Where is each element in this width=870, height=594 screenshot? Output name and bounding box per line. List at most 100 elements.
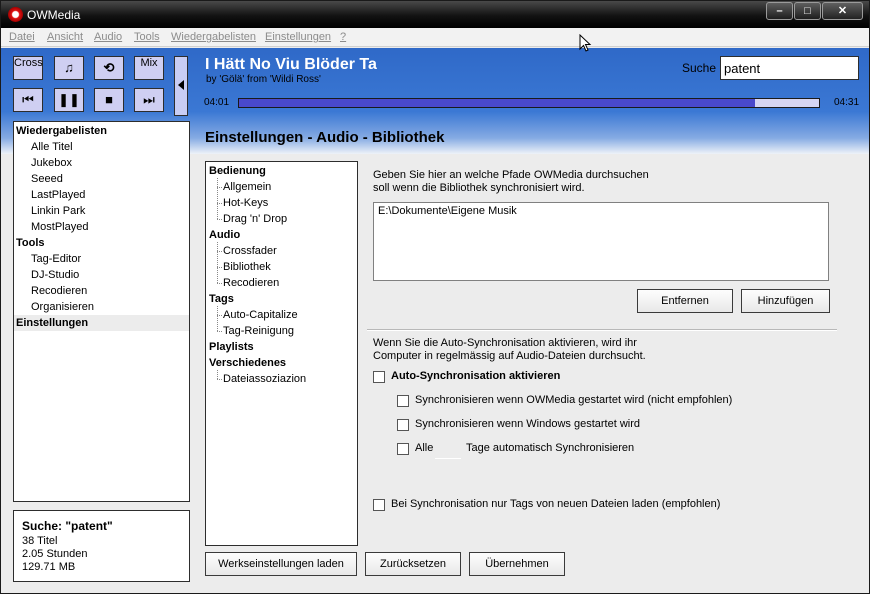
menu-datei[interactable]: Datei bbox=[9, 31, 35, 43]
sync-days-input[interactable] bbox=[435, 442, 461, 459]
menu-einstellungen[interactable]: Einstellungen bbox=[265, 31, 331, 43]
mouse-cursor-icon bbox=[579, 34, 592, 52]
info-titles: 38 Titel bbox=[22, 535, 58, 547]
previous-icon[interactable]: ⏮ bbox=[13, 88, 43, 112]
nav-item[interactable]: Linkin Park bbox=[14, 203, 189, 219]
tree-connector bbox=[217, 306, 218, 331]
add-path-label: Hinzufügen bbox=[757, 295, 814, 307]
sync-desc-line2: Computer in regelmässig auf Audio-Dateie… bbox=[373, 350, 646, 362]
search-info-box: Suche: "patent" 38 Titel 2.05 Stunden 12… bbox=[13, 510, 190, 582]
sync-every-days-checkbox[interactable] bbox=[397, 443, 409, 455]
page-title: Einstellungen - Audio - Bibliothek bbox=[205, 129, 445, 146]
menu-ansicht[interactable]: Ansicht bbox=[47, 31, 83, 43]
apply-button[interactable]: Übernehmen bbox=[469, 552, 565, 576]
library-description: Geben Sie hier an welche Pfade OWMedia d… bbox=[373, 169, 649, 195]
settings-item[interactable]: Bibliothek bbox=[217, 259, 271, 275]
sync-description: Wenn Sie die Auto-Synchronisation aktivi… bbox=[373, 337, 646, 363]
nav-item[interactable]: LastPlayed bbox=[14, 187, 189, 203]
auto-sync-checkbox[interactable] bbox=[373, 371, 385, 383]
sync-every-prefix: Alle bbox=[415, 442, 434, 454]
settings-group[interactable]: Tags bbox=[209, 291, 234, 307]
collapse-sidebar-button[interactable] bbox=[174, 56, 188, 116]
total-time: 04:31 bbox=[834, 97, 860, 108]
nav-item[interactable]: Recodieren bbox=[14, 283, 189, 299]
repeat-icon[interactable]: ⟲ bbox=[94, 56, 124, 80]
path-item[interactable]: E:\Dokumente\Eigene Musik bbox=[378, 205, 824, 217]
settings-item[interactable]: Auto-Capitalize bbox=[217, 307, 298, 323]
sync-every-suffix: Tage automatisch Synchronisieren bbox=[466, 442, 635, 454]
menu-tools[interactable]: Tools bbox=[134, 31, 160, 43]
crossfade-button[interactable]: Cross bbox=[13, 56, 43, 80]
window-title: OWMedia bbox=[27, 8, 81, 22]
tags-only-checkbox[interactable] bbox=[373, 499, 385, 511]
info-size: 129.71 MB bbox=[22, 561, 76, 573]
tree-connector bbox=[217, 242, 218, 283]
title-bar[interactable]: OWMedia – □ ✕ bbox=[1, 1, 869, 28]
minimize-button[interactable]: – bbox=[766, 2, 793, 20]
search-label: Suche bbox=[682, 61, 717, 75]
settings-tree: Bedienung Allgemein Hot-Keys Drag 'n' Drop A… bbox=[205, 161, 358, 546]
nav-item[interactable]: Alle Titel bbox=[14, 139, 189, 155]
settings-item[interactable]: Tag-Reinigung bbox=[217, 323, 294, 339]
add-path-button[interactable]: Hinzufügen bbox=[741, 289, 830, 313]
window-controls: – □ ✕ bbox=[765, 2, 863, 20]
sync-on-windows-label: Synchronisieren wenn Windows gestartet w… bbox=[415, 418, 640, 430]
nav-item[interactable]: Organisieren bbox=[14, 299, 189, 315]
settings-item[interactable]: Hot-Keys bbox=[216, 195, 268, 211]
library-desc-line2: soll wenn die Bibliothek synchronisiert … bbox=[373, 182, 585, 194]
mix-button[interactable]: Mix bbox=[134, 56, 164, 80]
arrow-left-icon bbox=[178, 80, 184, 90]
nav-group[interactable]: Wiedergabelisten bbox=[14, 123, 189, 139]
nav-item[interactable]: MostPlayed bbox=[14, 219, 189, 235]
load-defaults-label: Werkseinstellungen laden bbox=[218, 558, 344, 570]
menu-bar: Datei Ansicht Audio Tools Wiedergabelist… bbox=[1, 28, 869, 47]
close-button[interactable]: ✕ bbox=[822, 2, 863, 20]
track-subtitle: by 'Gölä' from 'Wildi Ross' bbox=[206, 74, 321, 85]
nav-group[interactable]: Einstellungen bbox=[14, 315, 189, 331]
app-window: OWMedia – □ ✕ Datei Ansicht Audio Tools … bbox=[0, 0, 870, 594]
sync-on-windows-checkbox[interactable] bbox=[397, 419, 409, 431]
menu-wiedergabelisten[interactable]: Wiedergabelisten bbox=[171, 31, 256, 43]
elapsed-time: 04:01 bbox=[204, 97, 230, 108]
library-desc-line1: Geben Sie hier an welche Pfade OWMedia d… bbox=[373, 169, 649, 181]
progress-fill bbox=[239, 99, 755, 107]
settings-item[interactable]: Allgemein bbox=[216, 179, 271, 195]
stop-icon[interactable]: ■ bbox=[94, 88, 124, 112]
reset-button[interactable]: Zurücksetzen bbox=[365, 552, 461, 576]
music-note-icon[interactable]: ♫ bbox=[54, 56, 84, 80]
auto-sync-label: Auto-Synchronisation aktivieren bbox=[391, 370, 561, 382]
info-title: Suche: "patent" bbox=[22, 519, 113, 533]
settings-item[interactable]: Crossfader bbox=[217, 243, 277, 259]
navigation-tree: Wiedergabelisten Alle Titel Jukebox Seeed La… bbox=[13, 121, 190, 502]
search-input[interactable] bbox=[720, 56, 859, 80]
settings-item[interactable]: Recodieren bbox=[216, 275, 279, 291]
library-path-list[interactable]: E:\Dokumente\Eigene Musik bbox=[373, 202, 829, 281]
settings-group[interactable]: Verschiedenes bbox=[209, 355, 286, 371]
info-duration: 2.05 Stunden bbox=[22, 548, 88, 560]
maximize-button[interactable]: □ bbox=[794, 2, 821, 20]
remove-path-label: Entfernen bbox=[661, 295, 709, 307]
progress-bar[interactable] bbox=[238, 98, 820, 108]
nav-item[interactable]: Seeed bbox=[14, 171, 189, 187]
nav-group[interactable]: Tools bbox=[14, 235, 189, 251]
apply-label: Übernehmen bbox=[485, 558, 549, 570]
settings-item[interactable]: Dateiassoziazion bbox=[216, 371, 306, 387]
reset-label: Zurücksetzen bbox=[379, 558, 447, 570]
settings-item[interactable]: Drag 'n' Drop bbox=[216, 211, 287, 227]
app-logo-icon bbox=[8, 7, 23, 22]
menu-audio[interactable]: Audio bbox=[94, 31, 122, 43]
load-defaults-button[interactable]: Werkseinstellungen laden bbox=[205, 552, 357, 576]
nav-item[interactable]: Tag-Editor bbox=[14, 251, 189, 267]
settings-group[interactable]: Audio bbox=[209, 227, 240, 243]
nav-item[interactable]: Jukebox bbox=[14, 155, 189, 171]
settings-group[interactable]: Playlists bbox=[209, 339, 254, 355]
sync-on-owmedia-checkbox[interactable] bbox=[397, 395, 409, 407]
track-title: I Hätt No Viu Blöder Ta bbox=[205, 56, 377, 73]
remove-path-button[interactable]: Entfernen bbox=[637, 289, 733, 313]
settings-group[interactable]: Bedienung bbox=[209, 163, 266, 179]
sync-on-owmedia-label: Synchronisieren wenn OWMedia gestartet w… bbox=[415, 394, 733, 406]
nav-item[interactable]: DJ-Studio bbox=[14, 267, 189, 283]
next-icon[interactable]: ⏭ bbox=[134, 88, 164, 112]
menu-help[interactable]: ? bbox=[340, 31, 346, 43]
pause-icon[interactable]: ❚❚ bbox=[54, 88, 84, 112]
